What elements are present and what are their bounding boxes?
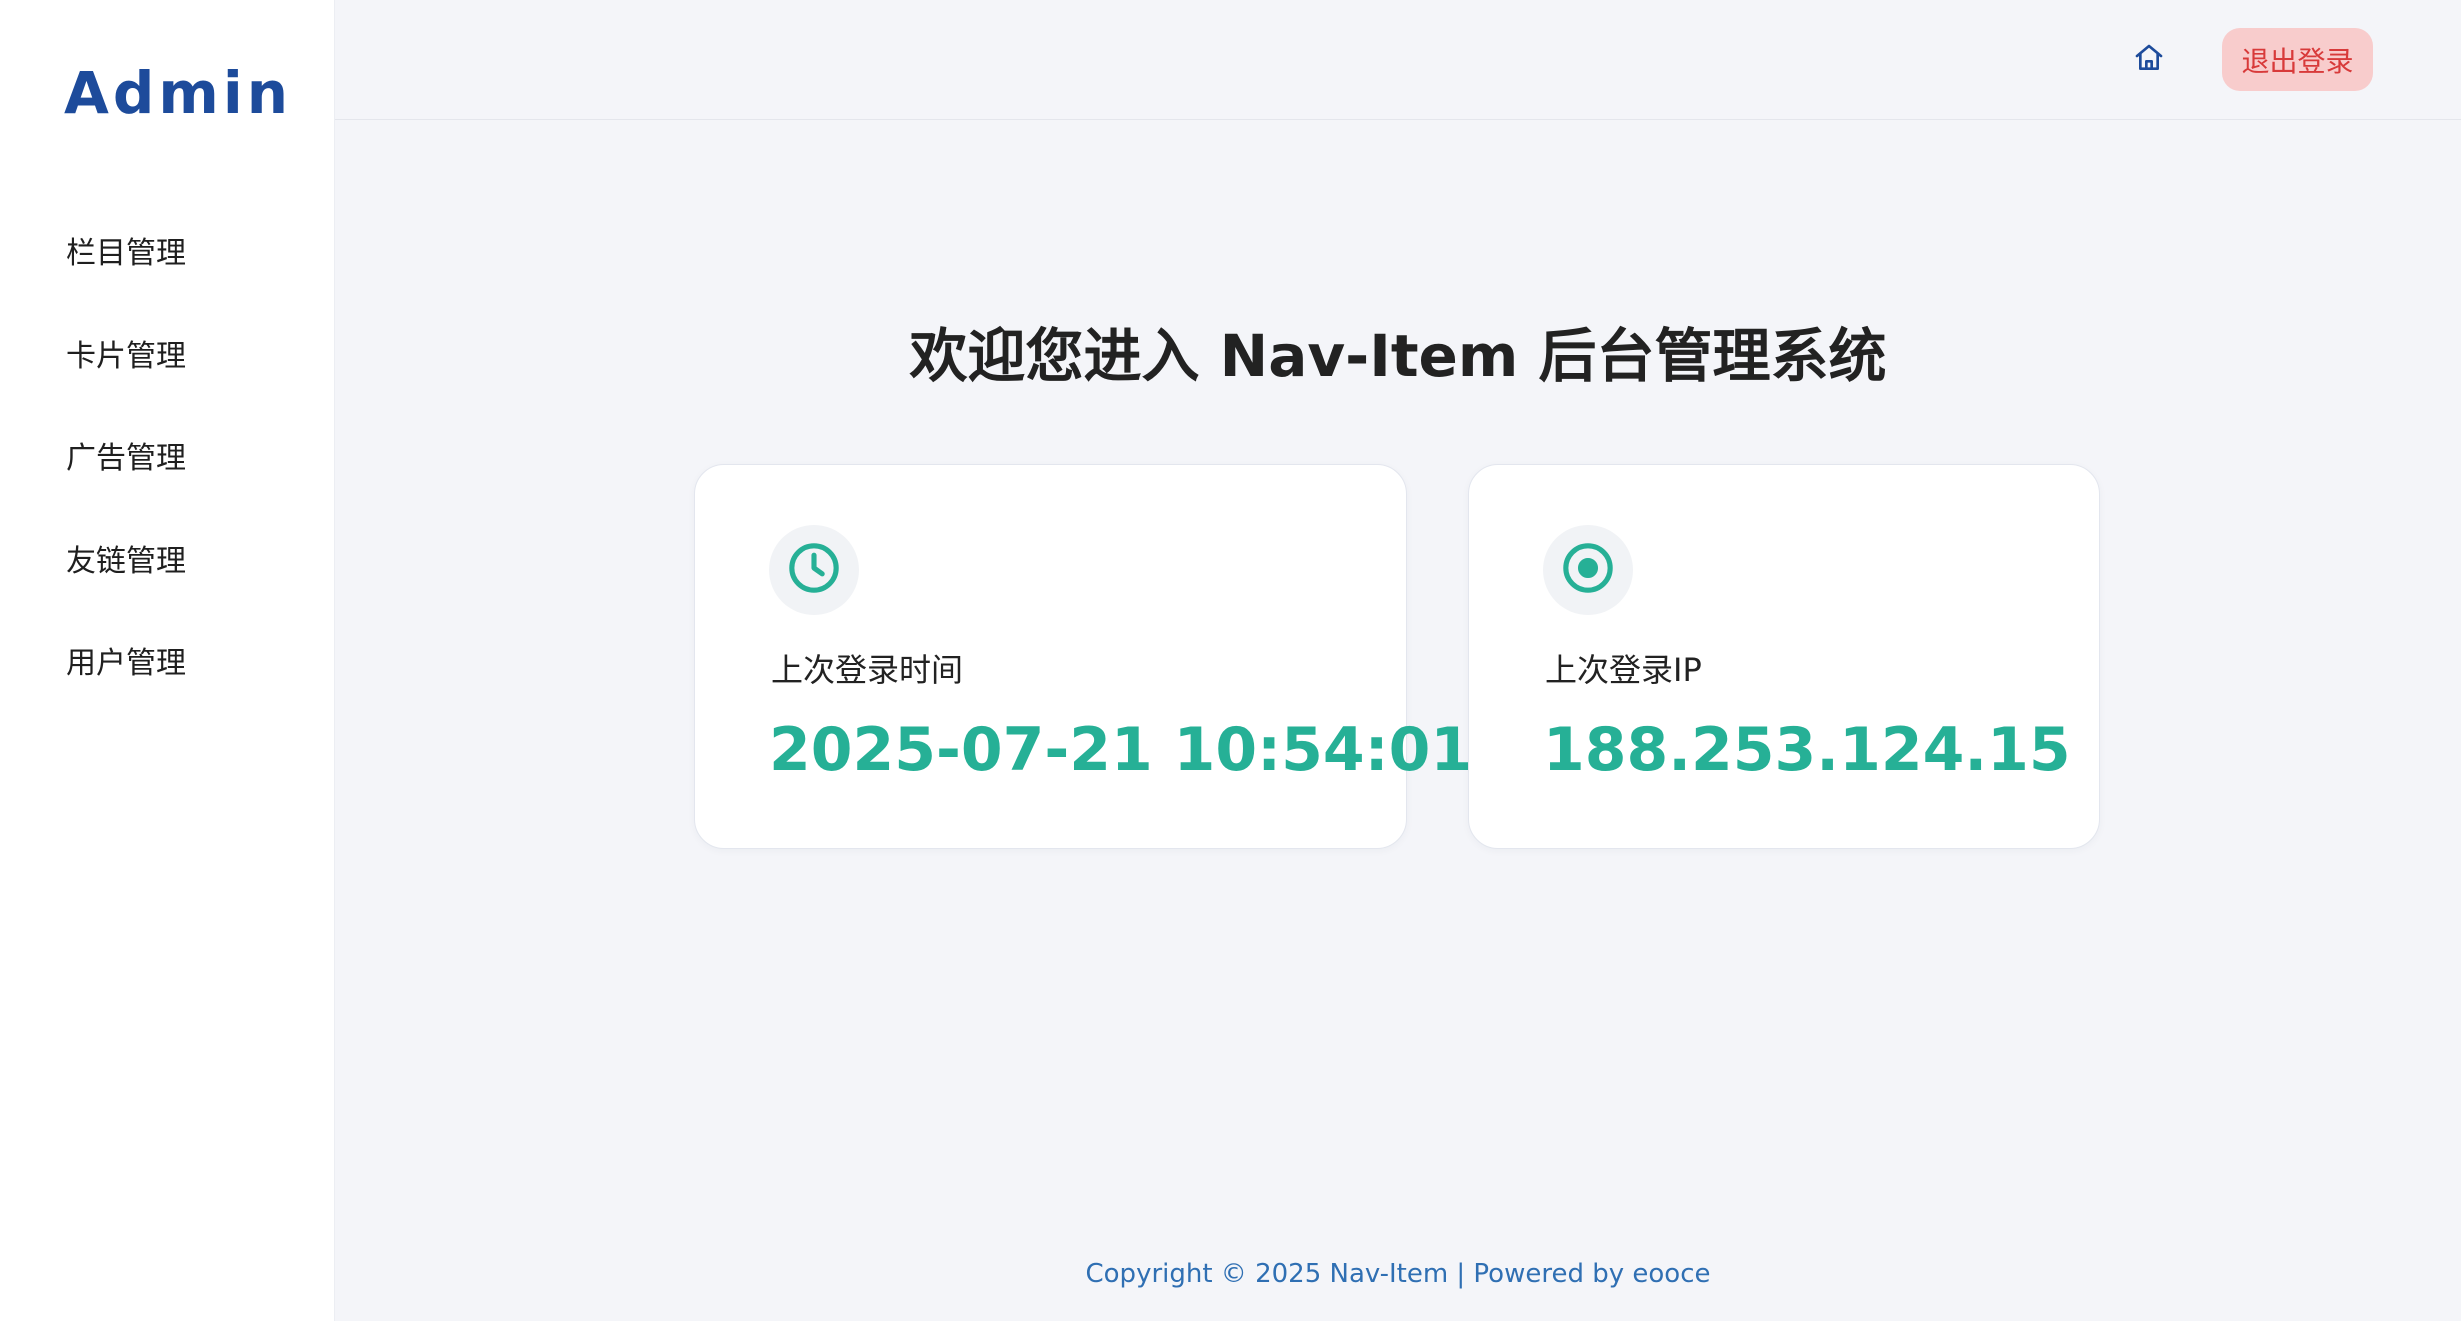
sidebar-item-ads[interactable]: 广告管理 <box>66 433 186 536</box>
clock-icon-badge <box>769 525 859 615</box>
last-login-ip-card: 上次登录IP 188.253.124.15 <box>1468 464 2100 849</box>
clock-icon <box>786 540 842 600</box>
sidebar-item-friend-links[interactable]: 友链管理 <box>66 536 186 639</box>
brand-logo: Admin <box>64 59 293 127</box>
sidebar-item-columns[interactable]: 栏目管理 <box>66 228 186 331</box>
home-button[interactable] <box>2129 40 2169 80</box>
target-icon-badge <box>1543 525 1633 615</box>
sidebar-item-cards[interactable]: 卡片管理 <box>66 331 186 434</box>
home-icon <box>2133 42 2165 78</box>
last-login-time-card: 上次登录时间 2025-07-21 10:54:01 <box>694 464 1472 849</box>
target-icon <box>1560 540 1616 600</box>
footer-copyright: Copyright © 2025 Nav-Item | Powered by e… <box>1085 1259 1711 1289</box>
welcome-title: 欢迎您进入 Nav-Item 后台管理系统 <box>909 322 1887 390</box>
last-login-time-value: 2025-07-21 10:54:01 <box>769 715 1473 785</box>
sidebar-menu: 栏目管理 卡片管理 广告管理 友链管理 用户管理 <box>66 228 186 741</box>
top-header: 退出登录 <box>335 0 2461 120</box>
admin-app: Admin 栏目管理 卡片管理 广告管理 友链管理 用户管理 退出登录 欢迎您进… <box>0 0 2461 1321</box>
last-login-ip-label: 上次登录IP <box>1545 651 1702 689</box>
sidebar-item-users[interactable]: 用户管理 <box>66 638 186 741</box>
logout-button[interactable]: 退出登录 <box>2222 28 2373 91</box>
last-login-ip-value: 188.253.124.15 <box>1543 715 2071 785</box>
last-login-time-label: 上次登录时间 <box>771 651 964 689</box>
sidebar: Admin 栏目管理 卡片管理 广告管理 友链管理 用户管理 <box>0 0 335 1321</box>
